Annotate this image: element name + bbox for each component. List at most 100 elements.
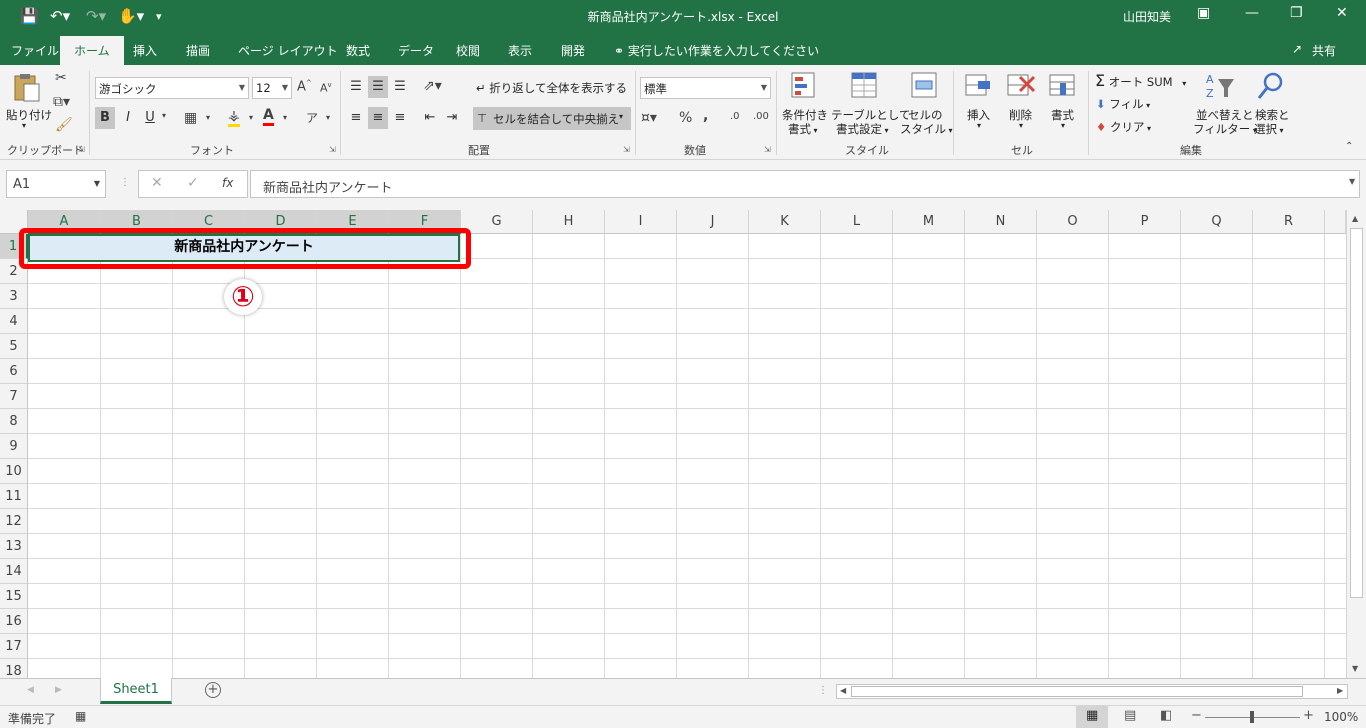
macro-record-icon[interactable]: ▦	[75, 709, 86, 723]
decrease-decimal-icon[interactable]: .00	[753, 111, 769, 122]
col-header-l[interactable]: L	[821, 210, 893, 234]
shrink-font-icon[interactable]: Av	[320, 81, 332, 95]
paste-icon[interactable]	[12, 73, 42, 103]
col-header-g[interactable]: G	[461, 210, 533, 234]
tab-developer[interactable]: 開発	[561, 42, 585, 59]
underline-dropdown-icon[interactable]: ▾	[162, 111, 166, 120]
cancel-icon[interactable]: ✕	[151, 175, 163, 191]
align-right-icon[interactable]: ≡	[390, 107, 410, 129]
comma-icon[interactable]: ,	[703, 108, 708, 124]
worksheet-grid[interactable]: A B C D E F G H I J K L M N O P Q R 1 2 …	[0, 210, 1346, 678]
format-cells-icon[interactable]	[1048, 71, 1078, 101]
clear-button[interactable]: ♦ クリア ▾	[1096, 119, 1151, 135]
borders-icon[interactable]: ▦	[184, 110, 197, 126]
resize-handle-icon[interactable]: ⋮	[120, 177, 130, 188]
italic-button[interactable]: I	[118, 107, 138, 129]
col-header-o[interactable]: O	[1037, 210, 1109, 234]
fill-button[interactable]: ⬇ フィル ▾	[1096, 96, 1150, 112]
next-sheet-icon[interactable]: ▶	[55, 685, 62, 695]
vertical-scroll-thumb[interactable]	[1350, 228, 1363, 598]
fill-color-dropdown-icon[interactable]: ▾	[249, 113, 253, 122]
col-header-s[interactable]	[1325, 210, 1346, 234]
increase-indent-icon[interactable]: ⇥	[442, 107, 462, 129]
chevron-down-icon[interactable]: ▾	[1061, 121, 1065, 130]
cell-styles-label-2[interactable]: スタイル ▾	[900, 121, 953, 137]
scroll-left-icon[interactable]: ◀	[840, 686, 846, 695]
row-header-6[interactable]: 6	[0, 359, 28, 384]
zoom-level[interactable]: 100%	[1324, 710, 1358, 724]
find-select-icon[interactable]	[1256, 71, 1286, 101]
zoom-slider-thumb[interactable]	[1250, 711, 1254, 723]
number-launcher-icon[interactable]: ⇲	[764, 145, 771, 154]
currency-icon[interactable]: ¤▾	[641, 110, 657, 126]
format-painter-icon[interactable]: 🖌	[55, 117, 73, 133]
paste-button[interactable]: 貼り付け	[6, 107, 52, 123]
orientation-icon[interactable]: ⇗▾	[423, 78, 442, 94]
row-header-15[interactable]: 15	[0, 584, 28, 609]
vertical-scrollbar[interactable]: ▲ ▼	[1346, 210, 1366, 678]
share-button[interactable]: ↗ 共有	[1292, 42, 1336, 59]
insert-function-icon[interactable]: fx	[222, 176, 233, 190]
conditional-formatting-icon[interactable]	[790, 71, 820, 101]
copy-icon[interactable]: ⧉▾	[53, 94, 70, 110]
scroll-up-icon[interactable]: ▲	[1352, 214, 1358, 223]
sort-filter-label-2[interactable]: フィルター ▾	[1193, 121, 1257, 137]
grow-font-icon[interactable]: A^	[297, 79, 312, 94]
row-header-7[interactable]: 7	[0, 384, 28, 409]
chevron-down-icon[interactable]: ▾	[977, 121, 981, 130]
align-bottom-icon[interactable]: ☰	[390, 76, 410, 98]
align-center-icon[interactable]: ≡	[368, 107, 388, 129]
tab-file[interactable]: ファイル	[11, 42, 59, 59]
borders-dropdown-icon[interactable]: ▾	[206, 113, 210, 122]
tab-page-layout[interactable]: ページ レイアウト	[238, 42, 338, 59]
format-as-table-icon[interactable]	[850, 71, 880, 101]
prev-sheet-icon[interactable]: ◀	[27, 685, 34, 695]
align-left-icon[interactable]: ≡	[346, 107, 366, 129]
phonetic-icon[interactable]: ア	[306, 109, 318, 126]
chevron-down-icon[interactable]: ▾	[1019, 121, 1023, 130]
expand-formula-icon[interactable]: ▼	[1349, 177, 1355, 186]
cut-icon[interactable]: ✂	[55, 70, 67, 86]
format-as-table-label-2[interactable]: 書式設定 ▾	[836, 121, 889, 137]
zoom-out-icon[interactable]: −	[1191, 708, 1202, 723]
autosum-button[interactable]: Σ オート SUM ▾	[1095, 71, 1186, 90]
formula-input[interactable]: 新商品社内アンケート	[250, 170, 1360, 198]
find-select-label-2[interactable]: 選択 ▾	[1254, 121, 1284, 137]
row-header-17[interactable]: 17	[0, 634, 28, 659]
ribbon-display-icon[interactable]: ▣	[1197, 5, 1210, 21]
col-header-p[interactable]: P	[1109, 210, 1181, 234]
close-icon[interactable]: ✕	[1336, 5, 1348, 21]
col-header-n[interactable]: N	[965, 210, 1037, 234]
merge-center-button[interactable]: ⊤ セルを結合して中央揃え ▾	[473, 107, 631, 130]
row-header-4[interactable]: 4	[0, 309, 28, 334]
zoom-in-icon[interactable]: +	[1303, 708, 1314, 723]
row-header-11[interactable]: 11	[0, 484, 28, 509]
row-header-3[interactable]: 3	[0, 284, 28, 309]
enter-icon[interactable]: ✓	[187, 175, 199, 191]
row-header-10[interactable]: 10	[0, 459, 28, 484]
number-format-select[interactable]: 標準 ▼	[640, 77, 771, 99]
row-header-12[interactable]: 12	[0, 509, 28, 534]
row-header-16[interactable]: 16	[0, 609, 28, 634]
tab-draw[interactable]: 描画	[186, 42, 210, 59]
row-header-14[interactable]: 14	[0, 559, 28, 584]
user-name[interactable]: 山田知美	[1123, 8, 1171, 25]
align-middle-icon[interactable]: ☰	[368, 76, 388, 98]
horizontal-scroll-thumb[interactable]	[851, 686, 1303, 697]
normal-view-button[interactable]: ▦	[1076, 706, 1108, 728]
row-header-13[interactable]: 13	[0, 534, 28, 559]
fill-color-icon[interactable]: ⚶	[228, 109, 240, 127]
conditional-formatting-label-2[interactable]: 書式 ▾	[788, 121, 818, 137]
col-header-h[interactable]: H	[533, 210, 605, 234]
col-header-k[interactable]: K	[749, 210, 821, 234]
cell-styles-icon[interactable]	[910, 71, 940, 101]
tab-split-handle-icon[interactable]: ⋮	[818, 685, 828, 696]
collapse-ribbon-icon[interactable]: ⌃	[1345, 141, 1353, 152]
wrap-text-button[interactable]: ↵ 折り返して全体を表示する	[476, 80, 627, 96]
horizontal-scrollbar[interactable]: ◀ ▶	[836, 684, 1348, 699]
col-header-j[interactable]: J	[677, 210, 749, 234]
tab-home[interactable]: ホーム	[60, 36, 124, 65]
paste-dropdown-icon[interactable]: ▾	[22, 121, 26, 130]
row-header-18[interactable]: 18	[0, 659, 28, 678]
tab-view[interactable]: 表示	[508, 42, 532, 59]
